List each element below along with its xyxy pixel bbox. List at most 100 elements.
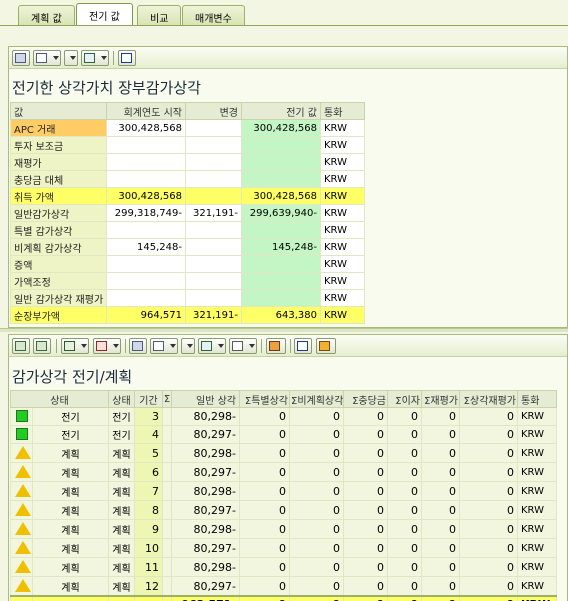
value-label[interactable]: 순장부가액 (10, 306, 107, 324)
dep-revaluation-cell[interactable]: 0 (459, 481, 518, 501)
reserve-cell[interactable]: 0 (343, 576, 388, 597)
subtotal-button[interactable] (93, 338, 121, 354)
currency-cell[interactable]: KRW (320, 136, 365, 154)
normal-depreciation-cell[interactable]: 80,297- (171, 462, 240, 482)
unplanned-depreciation-cell[interactable]: 0 (289, 576, 344, 597)
value-label[interactable]: APC 거래 (10, 119, 107, 137)
posted-value-cell[interactable]: 300,428,568 (241, 187, 321, 205)
value-label[interactable]: 투자 보조금 (10, 136, 107, 154)
normal-depreciation-cell[interactable]: 80,298- (171, 481, 240, 501)
period-cell[interactable]: 5 (134, 443, 163, 463)
column-header-currency[interactable]: 통화 (517, 390, 557, 408)
normal-depreciation-cell[interactable]: 80,298- (171, 407, 240, 426)
special-depreciation-cell[interactable]: 0 (239, 462, 290, 482)
posted-value-cell[interactable] (241, 272, 321, 290)
table-row[interactable]: 계획 계획 5 80,298- 0 0 0 0 0 0 KRW (10, 443, 557, 463)
special-depreciation-cell[interactable]: 0 (239, 481, 290, 501)
posted-value-cell[interactable]: 643,380 (241, 306, 321, 324)
interest-cell[interactable]: 0 (387, 538, 422, 558)
unplanned-depreciation-cell[interactable]: 0 (289, 519, 344, 539)
dep-revaluation-cell[interactable]: 0 (459, 557, 518, 577)
fy-start-cell[interactable] (106, 221, 186, 239)
interest-cell[interactable]: 0 (387, 443, 422, 463)
fy-start-cell[interactable]: 964,571 (106, 306, 186, 324)
revaluation-cell[interactable]: 0 (421, 425, 460, 444)
table-row[interactable]: 계획 계획 12 80,297- 0 0 0 0 0 0 KRW (10, 576, 557, 597)
change-cell[interactable] (185, 272, 242, 290)
currency-cell[interactable]: KRW (320, 272, 365, 290)
column-header-currency[interactable]: 통화 (320, 102, 365, 120)
more-button[interactable] (181, 338, 195, 354)
interest-cell[interactable]: 0 (387, 576, 422, 597)
normal-depreciation-cell[interactable]: 80,297- (171, 500, 240, 520)
info-button[interactable] (294, 338, 312, 354)
value-label[interactable]: 증액 (10, 255, 107, 273)
column-header-status[interactable]: 상태 (10, 390, 109, 408)
revaluation-cell[interactable]: 0 (421, 576, 460, 597)
tab-parameters[interactable]: 매개변수 (182, 5, 245, 25)
period-cell[interactable]: 4 (134, 425, 163, 444)
change-cell[interactable] (185, 119, 242, 137)
value-label[interactable]: 가액조정 (10, 272, 107, 290)
tab-posted-values[interactable]: 전기 값 (76, 3, 133, 26)
revaluation-cell[interactable]: 0 (421, 462, 460, 482)
period-cell[interactable]: 12 (134, 576, 163, 597)
change-cell[interactable] (185, 170, 242, 188)
posted-value-cell[interactable]: 300,428,568 (241, 119, 321, 137)
value-label[interactable]: 재평가 (10, 153, 107, 171)
tab-comparison[interactable]: 비교 (137, 5, 182, 25)
unplanned-depreciation-cell[interactable]: 0 (289, 462, 344, 482)
print-button[interactable] (129, 338, 147, 354)
table-row[interactable]: 계획 계획 7 80,298- 0 0 0 0 0 0 KRW (10, 481, 557, 501)
interest-cell[interactable]: 0 (387, 462, 422, 482)
change-cell[interactable]: 321,191- (185, 306, 242, 324)
posted-value-cell[interactable] (241, 289, 321, 307)
fy-start-cell[interactable]: 299,318,749- (106, 204, 186, 222)
dep-revaluation-cell[interactable]: 0 (459, 462, 518, 482)
special-depreciation-cell[interactable]: 0 (239, 443, 290, 463)
fy-start-cell[interactable]: 300,428,568 (106, 187, 186, 205)
currency-cell[interactable]: KRW (320, 204, 365, 222)
dep-revaluation-cell[interactable]: 0 (459, 576, 518, 597)
unplanned-depreciation-cell[interactable]: 0 (289, 538, 344, 558)
posted-value-cell[interactable] (241, 170, 321, 188)
interest-cell[interactable]: 0 (387, 425, 422, 444)
posted-value-cell[interactable] (241, 221, 321, 239)
value-label[interactable]: 충당금 대체 (10, 170, 107, 188)
reserve-cell[interactable]: 0 (343, 443, 388, 463)
dep-revaluation-cell[interactable]: 0 (459, 425, 518, 444)
reserve-cell[interactable]: 0 (343, 538, 388, 558)
special-depreciation-cell[interactable]: 0 (239, 407, 290, 426)
fy-start-cell[interactable] (106, 289, 186, 307)
currency-cell[interactable]: KRW (320, 255, 365, 273)
total-unplanned[interactable]: 0 (289, 595, 344, 601)
period-cell[interactable]: 9 (134, 519, 163, 539)
reserve-cell[interactable]: 0 (343, 481, 388, 501)
normal-depreciation-cell[interactable]: 80,298- (171, 443, 240, 463)
currency-cell[interactable]: KRW (320, 289, 365, 307)
unplanned-depreciation-cell[interactable]: 0 (289, 481, 344, 501)
revaluation-cell[interactable]: 0 (421, 443, 460, 463)
unplanned-depreciation-cell[interactable]: 0 (289, 443, 344, 463)
reserve-cell[interactable]: 0 (343, 557, 388, 577)
dep-revaluation-cell[interactable]: 0 (459, 538, 518, 558)
unplanned-depreciation-cell[interactable]: 0 (289, 557, 344, 577)
special-depreciation-cell[interactable]: 0 (239, 425, 290, 444)
fy-start-cell[interactable] (106, 272, 186, 290)
normal-depreciation-cell[interactable]: 80,297- (171, 538, 240, 558)
column-header-change[interactable]: 변경 (185, 102, 242, 120)
column-header-normal-depreciation[interactable]: 일반 상각 (171, 390, 240, 408)
revaluation-cell[interactable]: 0 (421, 519, 460, 539)
table-row[interactable]: 계획 계획 9 80,298- 0 0 0 0 0 0 KRW (10, 519, 557, 539)
value-label[interactable]: 비계획 감가상각 (10, 238, 107, 256)
normal-depreciation-cell[interactable]: 80,298- (171, 557, 240, 577)
reserve-cell[interactable]: 0 (343, 425, 388, 444)
table-row[interactable]: 계획 계획 10 80,297- 0 0 0 0 0 0 KRW (10, 538, 557, 558)
sort-ascending-button[interactable] (12, 338, 30, 354)
unplanned-depreciation-cell[interactable]: 0 (289, 425, 344, 444)
posted-value-cell[interactable] (241, 153, 321, 171)
layout-button[interactable] (229, 338, 257, 354)
interest-cell[interactable]: 0 (387, 519, 422, 539)
interest-cell[interactable]: 0 (387, 500, 422, 520)
special-depreciation-cell[interactable]: 0 (239, 576, 290, 597)
